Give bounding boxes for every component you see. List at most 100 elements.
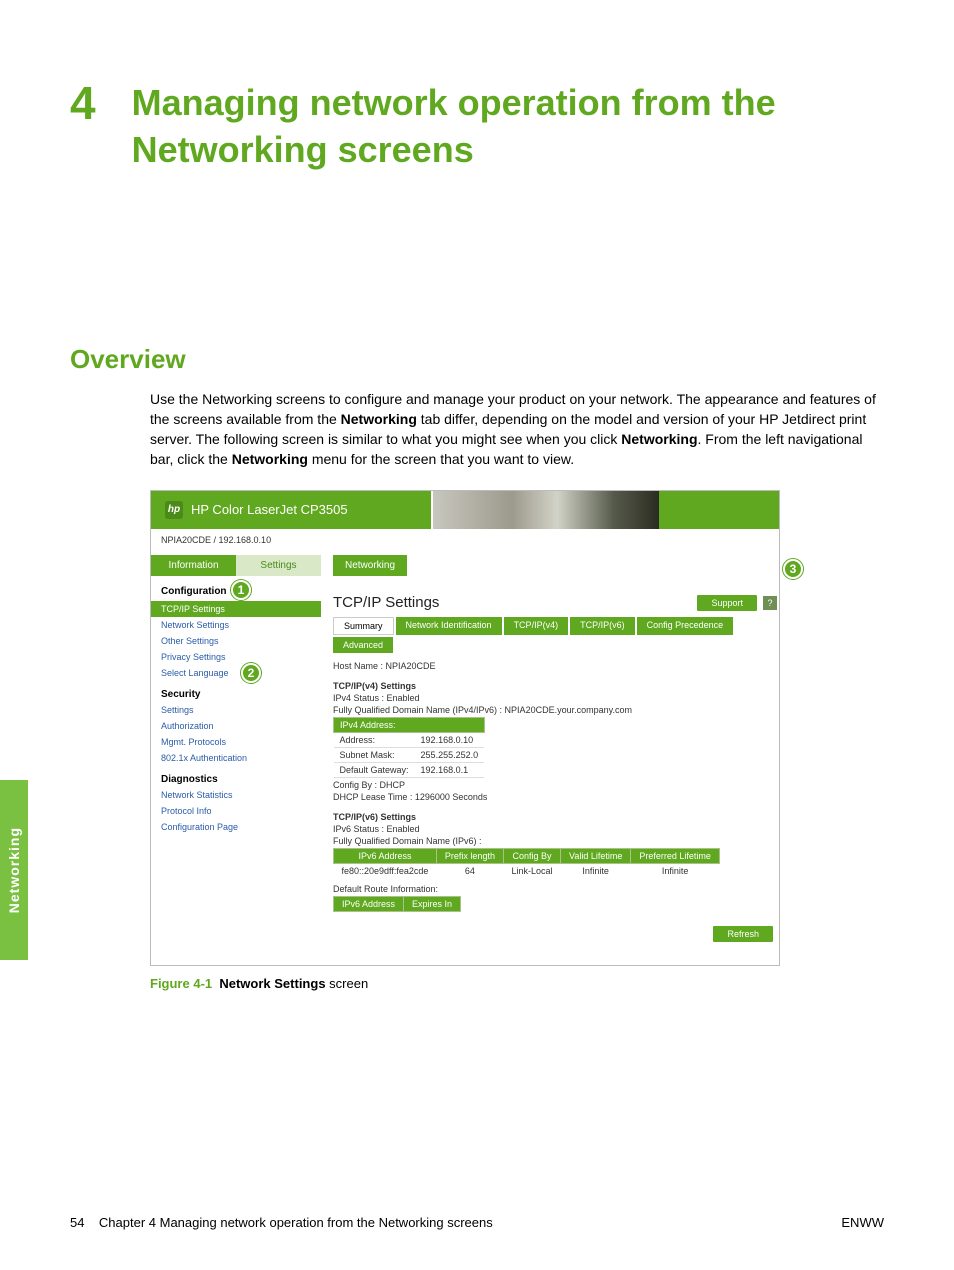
footer-right: ENWW (841, 1215, 884, 1230)
table-row: fe80::20e9dff:fea2cde 64 Link-Local Infi… (334, 863, 720, 878)
itab-tcpipv4[interactable]: TCP/IP(v4) (504, 617, 569, 635)
nav-select-language-label: Select Language (161, 668, 229, 678)
itab-summary[interactable]: Summary (333, 617, 394, 635)
chapter-number: 4 (70, 80, 96, 126)
itab-config-precedence[interactable]: Config Precedence (637, 617, 734, 635)
chapter-title: Managing network operation from the Netw… (132, 80, 884, 174)
itab-tcpipv6[interactable]: TCP/IP(v6) (570, 617, 635, 635)
diagnostics-heading: Diagnostics (151, 766, 321, 787)
nav-tcpip-settings[interactable]: TCP/IP Settings (151, 601, 321, 617)
ipv4-fqdn: Fully Qualified Domain Name (IPv4/IPv6) … (333, 705, 777, 715)
nav-config-page[interactable]: Configuration Page (151, 819, 321, 835)
ipv4-mask-value: 255.255.252.0 (415, 747, 485, 762)
right-column: Networking 3 TCP/IP Settings Support ? S… (321, 555, 779, 965)
titlebar-left: hp HP Color LaserJet CP3505 (151, 491, 431, 529)
ipv4-gw-value: 192.168.0.1 (415, 762, 485, 777)
chapter-heading: 4 Managing network operation from the Ne… (70, 80, 884, 174)
configuration-label: Configuration (161, 586, 227, 597)
ipv6-route-table: IPv6 Address Expires In (333, 896, 461, 912)
ipv6-route-col-addr: IPv6 Address (334, 896, 404, 911)
figure-screenshot: hp HP Color LaserJet CP3505 NPIA20CDE / … (150, 490, 780, 966)
ipv6-status: IPv6 Status : Enabled (333, 824, 777, 834)
titlebar: hp HP Color LaserJet CP3505 (151, 491, 779, 529)
section-title: Overview (70, 344, 884, 375)
tab-settings[interactable]: Settings (236, 555, 321, 576)
support-button[interactable]: Support (697, 595, 757, 611)
callout-2: 2 (241, 663, 261, 683)
ipv6-fqdn: Fully Qualified Domain Name (IPv6) : (333, 836, 777, 846)
inner-tabs: Summary Network Identification TCP/IP(v4… (333, 617, 777, 635)
page: Networking 4 Managing network operation … (0, 0, 954, 1270)
ipv4-status: IPv4 Status : Enabled (333, 693, 777, 703)
ipv4-address-head: IPv4 Address: (334, 717, 485, 732)
nav-select-language[interactable]: Select Language 2 (151, 665, 321, 681)
nav-privacy-settings[interactable]: Privacy Settings (151, 649, 321, 665)
side-tab-label: Networking (6, 827, 22, 913)
page-number: 54 (70, 1215, 84, 1230)
itab-advanced[interactable]: Advanced (333, 637, 393, 653)
ipv6-addr: fe80::20e9dff:fea2cde (334, 863, 437, 878)
ipv6-col-preferred: Preferred Lifetime (631, 848, 720, 863)
ipv6-col-valid: Valid Lifetime (560, 848, 630, 863)
nav-sec-settings[interactable]: Settings (151, 702, 321, 718)
overview-paragraph: Use the Networking screens to configure … (70, 389, 884, 470)
footer-chapter: Chapter 4 Managing network operation fro… (99, 1215, 493, 1230)
table-row: Subnet Mask:255.255.252.0 (334, 747, 485, 762)
ipv4-addr-value: 192.168.0.10 (415, 732, 485, 747)
security-heading: Security (151, 681, 321, 702)
nav-mgmt-protocols[interactable]: Mgmt. Protocols (151, 734, 321, 750)
ipv4-gw-label: Default Gateway: (334, 762, 415, 777)
ipv6-route-col-exp: Expires In (404, 896, 461, 911)
ipv4-address-table: IPv4 Address: Address:192.168.0.10 Subne… (333, 717, 485, 778)
product-name: HP Color LaserJet CP3505 (191, 502, 348, 517)
inner-tabs-row2: Advanced (333, 637, 777, 653)
main-tabbar: Networking (333, 555, 777, 576)
table-row: Address:192.168.0.10 (334, 732, 485, 747)
nav-other-settings[interactable]: Other Settings (151, 633, 321, 649)
itab-network-id[interactable]: Network Identification (396, 617, 502, 635)
ipv6-configby: Link-Local (503, 863, 560, 878)
nav-8021x[interactable]: 802.1x Authentication (151, 750, 321, 766)
nav-authorization[interactable]: Authorization (151, 718, 321, 734)
breadcrumb: NPIA20CDE / 192.168.0.10 (151, 529, 779, 555)
ipv6-preferred: Infinite (631, 863, 720, 878)
ipv6-table: IPv6 Address Prefix length Config By Val… (333, 848, 720, 878)
ipv6-valid: Infinite (560, 863, 630, 878)
ipv4-lease: DHCP Lease Time : 1296000 Seconds (333, 792, 777, 802)
figure-caption-rest: screen (326, 976, 369, 991)
footer-left: 54 Chapter 4 Managing network operation … (70, 1215, 493, 1230)
ipv6-col-configby: Config By (503, 848, 560, 863)
ipv6-col-prefix: Prefix length (436, 848, 503, 863)
callout-3: 3 (783, 559, 803, 579)
callout-1: 1 (231, 580, 251, 600)
side-tab: Networking (0, 780, 28, 960)
left-column: Information Settings Configuration 1 TCP… (151, 555, 321, 965)
ipv6-col-addr: IPv6 Address (334, 848, 437, 863)
ipv4-configby: Config By : DHCP (333, 780, 777, 790)
figure-caption-bold: Network Settings (219, 976, 325, 991)
tab-networking[interactable]: Networking (333, 555, 407, 576)
help-icon[interactable]: ? (763, 596, 777, 610)
tab-information[interactable]: Information (151, 555, 236, 576)
top-nav-tabs: Information Settings (151, 555, 321, 576)
configuration-heading: Configuration 1 (151, 576, 321, 601)
figure-number: Figure 4-1 (150, 976, 212, 991)
ipv6-settings-head: TCP/IP(v6) Settings (333, 812, 777, 822)
refresh-button[interactable]: Refresh (713, 926, 773, 942)
ipv4-settings-head: TCP/IP(v4) Settings (333, 681, 777, 691)
nav-network-stats[interactable]: Network Statistics (151, 787, 321, 803)
figure-caption: Figure 4-1 Network Settings screen (150, 976, 884, 991)
ipv6-prefix: 64 (436, 863, 503, 878)
nav-network-settings[interactable]: Network Settings (151, 617, 321, 633)
nav-protocol-info[interactable]: Protocol Info (151, 803, 321, 819)
table-row: Default Gateway:192.168.0.1 (334, 762, 485, 777)
page-footer: 54 Chapter 4 Managing network operation … (70, 1215, 884, 1230)
screenshot-body: Information Settings Configuration 1 TCP… (151, 555, 779, 965)
titlebar-photo (431, 491, 659, 529)
titlebar-right (659, 491, 779, 529)
ipv4-mask-label: Subnet Mask: (334, 747, 415, 762)
hostname-field: Host Name : NPIA20CDE (333, 661, 777, 671)
refresh-row: Refresh (333, 926, 777, 942)
ipv6-route-label: Default Route Information: (333, 884, 777, 894)
ipv4-addr-label: Address: (334, 732, 415, 747)
